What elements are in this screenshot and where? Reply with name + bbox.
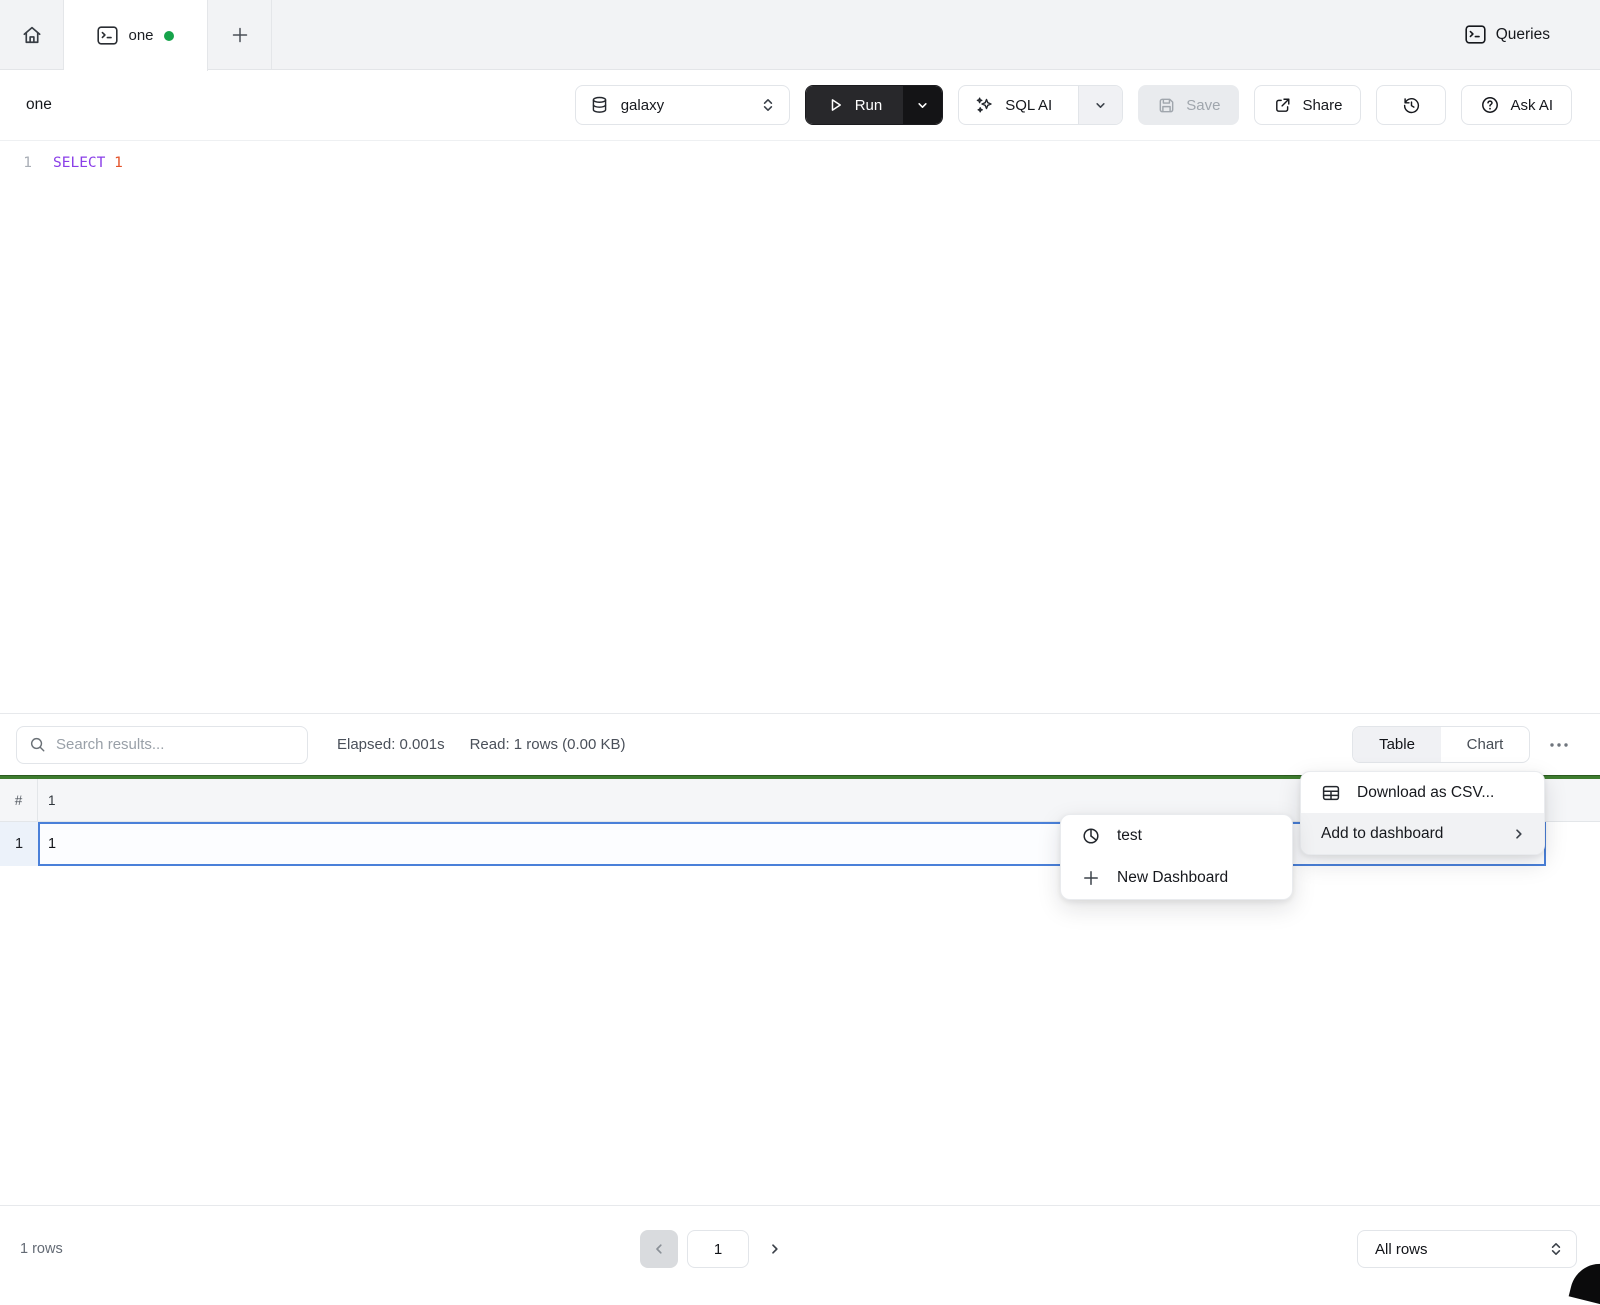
query-title: one (26, 96, 52, 114)
sql-ai-options-button[interactable] (1078, 86, 1122, 124)
database-name: galaxy (619, 97, 751, 114)
menu-item-download-csv[interactable]: Download as CSV... (1301, 772, 1544, 813)
terminal-icon (1465, 25, 1486, 44)
select-chevrons-icon (1549, 1241, 1563, 1257)
results-context-menu: Download as CSV... Add to dashboard (1300, 771, 1545, 855)
read-stat: Read: 1 rows (0.00 KB) (470, 736, 626, 753)
menu-item-label: Add to dashboard (1321, 825, 1496, 843)
run-split-button: Run (805, 85, 944, 125)
tab-label: one (128, 27, 153, 44)
toolbar-actions: galaxy Run (575, 85, 1572, 125)
run-label: Run (855, 97, 883, 114)
terminal-icon (97, 26, 118, 45)
next-page-button[interactable] (758, 1230, 792, 1268)
tab-one[interactable]: one (64, 0, 208, 71)
sql-ai-split-button: SQL AI (958, 85, 1123, 125)
search-input[interactable] (56, 736, 295, 753)
play-icon (827, 96, 844, 114)
run-options-button[interactable] (903, 86, 942, 124)
chevron-right-icon (768, 1242, 782, 1256)
submenu-item-test[interactable]: test (1061, 815, 1292, 857)
sql-ai-button[interactable]: SQL AI (959, 86, 1068, 124)
sql-ai-label: SQL AI (1005, 97, 1052, 114)
chevron-right-icon (1512, 827, 1526, 841)
ask-ai-button[interactable]: Ask AI (1461, 85, 1572, 125)
chevron-left-icon (652, 1242, 666, 1256)
queries-button[interactable]: Queries (1465, 0, 1550, 69)
line-number: 1 (0, 155, 32, 171)
space (105, 155, 114, 171)
row-index-cell[interactable]: 1 (0, 822, 38, 866)
results-more-button[interactable] (1542, 728, 1576, 762)
code-text: SELECT 1 (32, 155, 123, 171)
share-label: Share (1302, 97, 1342, 114)
current-page: 1 (687, 1230, 749, 1268)
ask-ai-label: Ask AI (1510, 97, 1553, 114)
database-icon (590, 95, 609, 115)
save-icon (1157, 96, 1176, 115)
rows-count: 1 rows (20, 1206, 63, 1291)
menu-item-label: Download as CSV... (1357, 784, 1526, 802)
query-toolbar: one galaxy (0, 70, 1600, 141)
table-grid-icon (1321, 783, 1341, 803)
sparkles-icon (975, 95, 995, 115)
view-table-tab[interactable]: Table (1353, 727, 1441, 762)
save-label: Save (1186, 97, 1220, 114)
tab-bar: one Queries (0, 0, 1600, 70)
unsaved-status-dot (164, 31, 174, 41)
submenu-item-new-dashboard[interactable]: New Dashboard (1061, 857, 1292, 899)
view-chart-tab[interactable]: Chart (1441, 727, 1529, 762)
elapsed-stat: Elapsed: 0.001s (337, 736, 445, 753)
share-icon (1273, 96, 1292, 115)
prev-page-button[interactable] (640, 1230, 678, 1268)
results-toolbar: Elapsed: 0.001s Read: 1 rows (0.00 KB) T… (0, 713, 1600, 775)
question-circle-icon (1480, 95, 1500, 115)
sql-editor[interactable]: 1 SELECT 1 (0, 141, 1600, 713)
chevron-down-icon (1094, 99, 1107, 112)
ellipsis-icon (1549, 742, 1569, 748)
home-button[interactable] (0, 0, 64, 69)
pagination: 1 (640, 1230, 792, 1268)
results-search[interactable] (16, 726, 308, 764)
submenu-item-label: New Dashboard (1117, 869, 1274, 887)
queries-label: Queries (1496, 26, 1550, 44)
sql-number: 1 (114, 155, 123, 171)
plus-icon (230, 25, 250, 45)
code-line: 1 SELECT 1 (0, 150, 1600, 176)
sql-keyword: SELECT (53, 155, 105, 171)
save-button[interactable]: Save (1138, 85, 1239, 125)
submenu-item-label: test (1117, 827, 1274, 845)
pie-chart-icon (1081, 826, 1101, 846)
select-chevrons-icon (761, 97, 775, 113)
view-toggle: Table Chart (1352, 726, 1530, 763)
new-tab-button[interactable] (208, 0, 272, 69)
menu-item-add-to-dashboard[interactable]: Add to dashboard (1301, 813, 1544, 854)
add-to-dashboard-submenu: test New Dashboard (1060, 814, 1293, 900)
history-icon (1401, 95, 1422, 116)
bottom-bar: 1 rows 1 All rows (0, 1205, 1600, 1291)
search-icon (29, 736, 46, 753)
grid-header-index[interactable]: # (0, 779, 38, 821)
plus-icon (1081, 868, 1101, 888)
home-icon (21, 24, 43, 46)
database-select[interactable]: galaxy (575, 85, 790, 125)
chevron-down-icon (916, 99, 929, 112)
history-button[interactable] (1376, 85, 1446, 125)
page-size-select[interactable]: All rows (1357, 1230, 1577, 1268)
share-button[interactable]: Share (1254, 85, 1361, 125)
page-size-value: All rows (1375, 1241, 1549, 1258)
run-button[interactable]: Run (806, 86, 904, 124)
